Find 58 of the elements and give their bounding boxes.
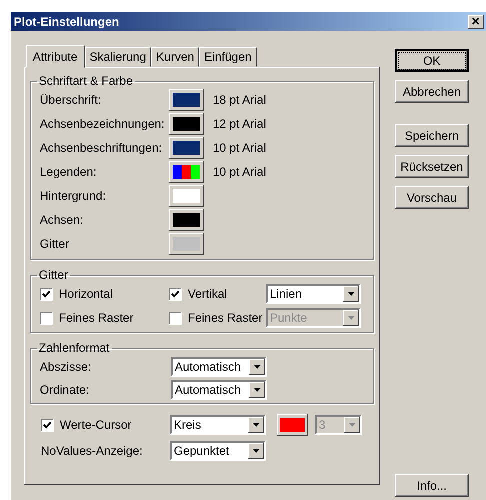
tab[interactable]: Einfügen	[199, 47, 257, 67]
font-label: 12 pt Arial	[213, 117, 266, 131]
check-icon	[43, 420, 52, 430]
caret-icon	[254, 388, 260, 392]
dropdown[interactable]: Kreis	[170, 415, 266, 435]
field-label: Legenden:	[40, 165, 98, 179]
caret-icon	[252, 449, 260, 453]
close-button[interactable]: ×	[468, 14, 484, 28]
field-label: Hintergrund:	[40, 189, 108, 203]
check-icon	[42, 290, 51, 298]
group-title: Gitter	[38, 268, 70, 282]
color-button[interactable]	[277, 414, 308, 436]
checkbox[interactable]: Feines Raster	[169, 311, 266, 325]
field-label: NoValues-Anzeige:	[41, 444, 144, 458]
color-swatch	[173, 165, 200, 179]
dropdown[interactable]: Gepunktet	[170, 441, 266, 461]
dialog-button[interactable]: Speichern	[395, 124, 469, 147]
tab[interactable]: Attribute	[26, 45, 85, 68]
caret-icon	[348, 423, 356, 427]
dropdown[interactable]: Linien	[266, 284, 361, 304]
color-button[interactable]	[169, 185, 204, 207]
checkbox[interactable]: Feines Raster	[40, 311, 169, 325]
color-button[interactable]	[169, 113, 204, 135]
dialog-button[interactable]: Rücksetzen	[395, 155, 469, 178]
dropdown[interactable]: Automatisch	[171, 356, 267, 376]
checkbox[interactable]: Horizontal	[40, 287, 169, 301]
font-label: 10 pt Arial	[213, 141, 266, 155]
color-button[interactable]	[169, 89, 204, 111]
window-title: Plot-Einstellungen	[14, 14, 120, 28]
field-label: Achsenbeschriftungen:	[40, 141, 164, 155]
color-button[interactable]	[169, 161, 204, 183]
caret-icon	[348, 292, 354, 296]
dropdown[interactable]: Automatisch	[171, 380, 267, 400]
color-button[interactable]	[169, 137, 204, 159]
dialog-button[interactable]: Info...	[395, 474, 469, 497]
check-icon	[171, 290, 180, 298]
field-label: Achsenbezeichnungen:	[40, 117, 166, 131]
caret-icon	[348, 316, 354, 320]
font-label: 10 pt Arial	[213, 165, 266, 179]
caret-icon	[252, 423, 260, 427]
dialog-button[interactable]: OK	[395, 49, 469, 72]
field-label: Gitter	[40, 237, 70, 251]
color-button[interactable]	[169, 233, 204, 255]
caret-icon	[254, 364, 260, 368]
field-label: Überschrift:	[40, 93, 102, 107]
color-button[interactable]	[169, 209, 204, 231]
group-title: Schriftart & Farbe	[38, 74, 134, 88]
dialog-button[interactable]: Vorschau	[395, 186, 469, 209]
checkbox[interactable]: Vertikal	[169, 287, 266, 301]
field-label: Abszisse:	[40, 360, 92, 374]
dialog-button[interactable]: Abbrechen	[395, 80, 469, 103]
font-label: 18 pt Arial	[213, 93, 266, 107]
group-title: Zahlenformat	[38, 341, 111, 355]
tab[interactable]: Kurven	[151, 47, 200, 67]
field-label: Ordinate:	[40, 382, 90, 396]
tab[interactable]: Skalierung	[84, 47, 152, 67]
field-label: Achsen:	[40, 213, 84, 227]
checkbox[interactable]: Werte-Cursor	[41, 418, 170, 432]
